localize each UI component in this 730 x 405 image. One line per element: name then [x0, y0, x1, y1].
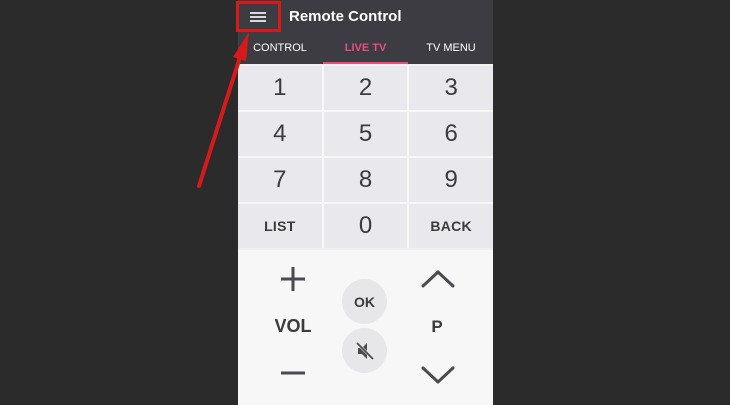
annotation-arrow	[197, 32, 249, 188]
